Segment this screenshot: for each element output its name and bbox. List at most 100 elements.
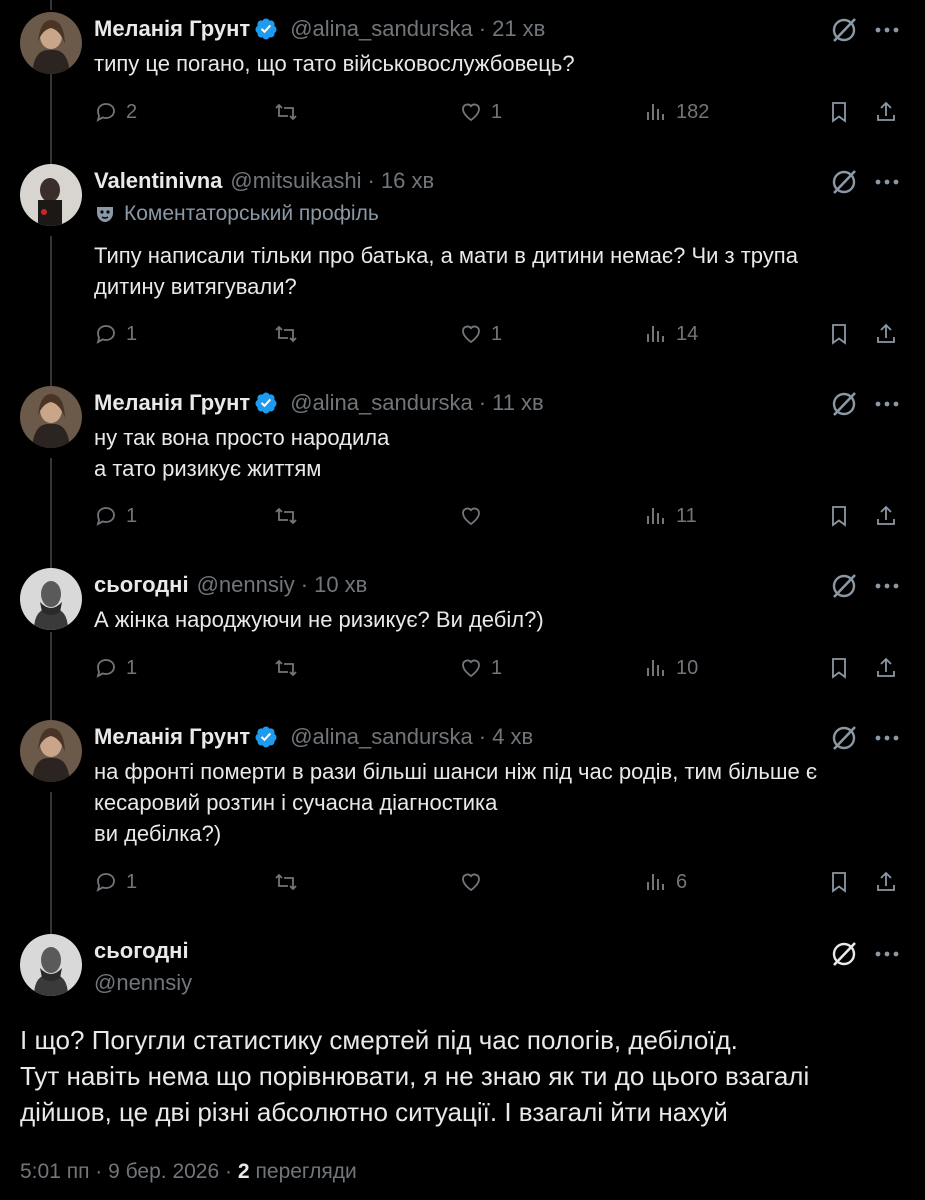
grok-icon[interactable]	[830, 940, 858, 968]
grok-icon[interactable]	[830, 724, 858, 752]
like-button[interactable]: 1	[459, 656, 502, 680]
tweet-actions: 1 1 10	[94, 656, 909, 686]
verified-badge-icon	[255, 726, 277, 748]
author-handle[interactable]: @alina_sandurska	[290, 390, 473, 416]
tweet-time[interactable]: 16 хв	[381, 168, 434, 194]
views-button[interactable]: 6	[644, 870, 687, 894]
share-button[interactable]	[874, 504, 898, 528]
share-button[interactable]	[874, 100, 898, 124]
share-button[interactable]	[874, 656, 898, 680]
author-handle[interactable]: @nennsiy	[197, 572, 295, 598]
reply-button[interactable]: 1	[94, 656, 137, 680]
retweet-button[interactable]	[274, 656, 306, 680]
bookmark-button[interactable]	[827, 100, 851, 124]
reply-tweet[interactable]: Меланія Грунт @alina_sandurska · 4 хв на…	[0, 720, 925, 910]
like-button[interactable]: 1	[459, 322, 502, 346]
separator-dot: ·	[300, 572, 309, 597]
views-count: 182	[676, 100, 710, 123]
retweet-button[interactable]	[274, 870, 306, 894]
reply-button[interactable]: 1	[94, 870, 137, 894]
avatar[interactable]	[20, 164, 82, 226]
author-handle[interactable]: @alina_sandurska	[290, 16, 473, 42]
timestamp[interactable]: 5:01 пп · 9 бер. 2026 ·	[20, 1160, 238, 1184]
reply-tweet[interactable]: сьогодні @nennsiy · 10 хв А жінка народж…	[0, 568, 925, 698]
bookmark-button[interactable]	[827, 656, 851, 680]
mask-icon	[97, 207, 113, 222]
avatar[interactable]	[20, 12, 82, 74]
retweet-icon	[275, 873, 297, 891]
views-button[interactable]: 14	[644, 322, 698, 346]
avatar[interactable]	[20, 386, 82, 448]
reply-button[interactable]: 1	[94, 322, 137, 346]
author-name[interactable]: Меланія Грунт	[94, 724, 250, 750]
share-icon	[877, 101, 895, 121]
author-handle[interactable]: @alina_sandurska	[290, 724, 473, 750]
views-icon	[647, 104, 664, 120]
views-count: 14	[676, 322, 699, 345]
views-button[interactable]: 10	[644, 656, 698, 680]
more-icon[interactable]	[872, 168, 902, 196]
bookmark-button[interactable]	[827, 322, 851, 346]
tweet-header: сьогодні	[94, 934, 189, 968]
like-button[interactable]	[459, 504, 491, 528]
tweet-header: Меланія Грунт @alina_sandurska · 4 хв	[94, 720, 533, 754]
views-count: 11	[676, 504, 697, 527]
share-button[interactable]	[874, 870, 898, 894]
avatar[interactable]	[20, 934, 82, 996]
grok-icon[interactable]	[830, 168, 858, 196]
author-handle[interactable]: @nennsiy	[94, 970, 192, 996]
reply-count: 1	[126, 870, 138, 893]
bookmark-icon	[832, 506, 846, 527]
tweet-time[interactable]: 21 хв	[492, 16, 545, 42]
author-name[interactable]: сьогодні	[94, 938, 189, 964]
main-tweet-text: І що? Погугли статистику смертей під час…	[20, 1022, 900, 1130]
bookmark-icon	[832, 102, 846, 123]
reply-tweet[interactable]: Меланія Грунт @alina_sandurska · 21 хв т…	[0, 12, 925, 132]
share-icon	[877, 871, 895, 891]
tweet-header: Меланія Грунт @alina_sandurska · 11 хв	[94, 386, 544, 420]
tweet-actions: 2 1 182	[94, 100, 909, 130]
thread-line	[50, 0, 52, 10]
more-icon[interactable]	[872, 572, 902, 600]
share-button[interactable]	[874, 322, 898, 346]
views-icon	[647, 874, 664, 890]
tweet-header: Меланія Грунт @alina_sandurska · 21 хв	[94, 12, 545, 46]
views-button[interactable]: 182	[644, 100, 709, 124]
reply-icon	[96, 659, 115, 678]
reply-icon	[96, 103, 115, 122]
bookmark-icon	[832, 872, 846, 893]
more-icon[interactable]	[872, 16, 902, 44]
grok-icon[interactable]	[830, 572, 858, 600]
avatar[interactable]	[20, 720, 82, 782]
author-name[interactable]: Меланія Грунт	[94, 390, 250, 416]
tweet-time[interactable]: 11 хв	[492, 390, 544, 416]
bookmark-button[interactable]	[827, 504, 851, 528]
author-name[interactable]: Меланія Грунт	[94, 16, 250, 42]
reply-button[interactable]: 1	[94, 504, 137, 528]
avatar[interactable]	[20, 568, 82, 630]
author-handle[interactable]: @mitsuikashi	[230, 168, 361, 194]
bookmark-button[interactable]	[827, 870, 851, 894]
like-button[interactable]	[459, 870, 491, 894]
like-button[interactable]: 1	[459, 100, 502, 124]
views-number: 2	[237, 1160, 250, 1183]
share-icon	[877, 323, 895, 343]
retweet-button[interactable]	[274, 504, 306, 528]
bookmark-icon	[832, 658, 846, 679]
more-icon[interactable]	[872, 940, 902, 968]
views-icon	[647, 660, 664, 676]
grok-icon[interactable]	[830, 16, 858, 44]
tweet-time[interactable]: 4 хв	[492, 724, 533, 750]
views-button[interactable]: 11	[644, 504, 697, 528]
tweet-time[interactable]: 10 хв	[314, 572, 367, 598]
author-name[interactable]: сьогодні	[94, 572, 189, 598]
reply-tweet[interactable]: Valentinivna @mitsuikashi · 16 хв Комент…	[0, 164, 925, 364]
more-icon[interactable]	[872, 724, 902, 752]
reply-button[interactable]: 2	[94, 100, 137, 124]
grok-icon[interactable]	[830, 390, 858, 418]
retweet-button[interactable]	[274, 322, 306, 346]
author-name[interactable]: Valentinivna	[94, 168, 222, 194]
retweet-button[interactable]	[274, 100, 306, 124]
more-icon[interactable]	[872, 390, 902, 418]
reply-tweet[interactable]: Меланія Грунт @alina_sandurska · 11 хв н…	[0, 386, 925, 546]
